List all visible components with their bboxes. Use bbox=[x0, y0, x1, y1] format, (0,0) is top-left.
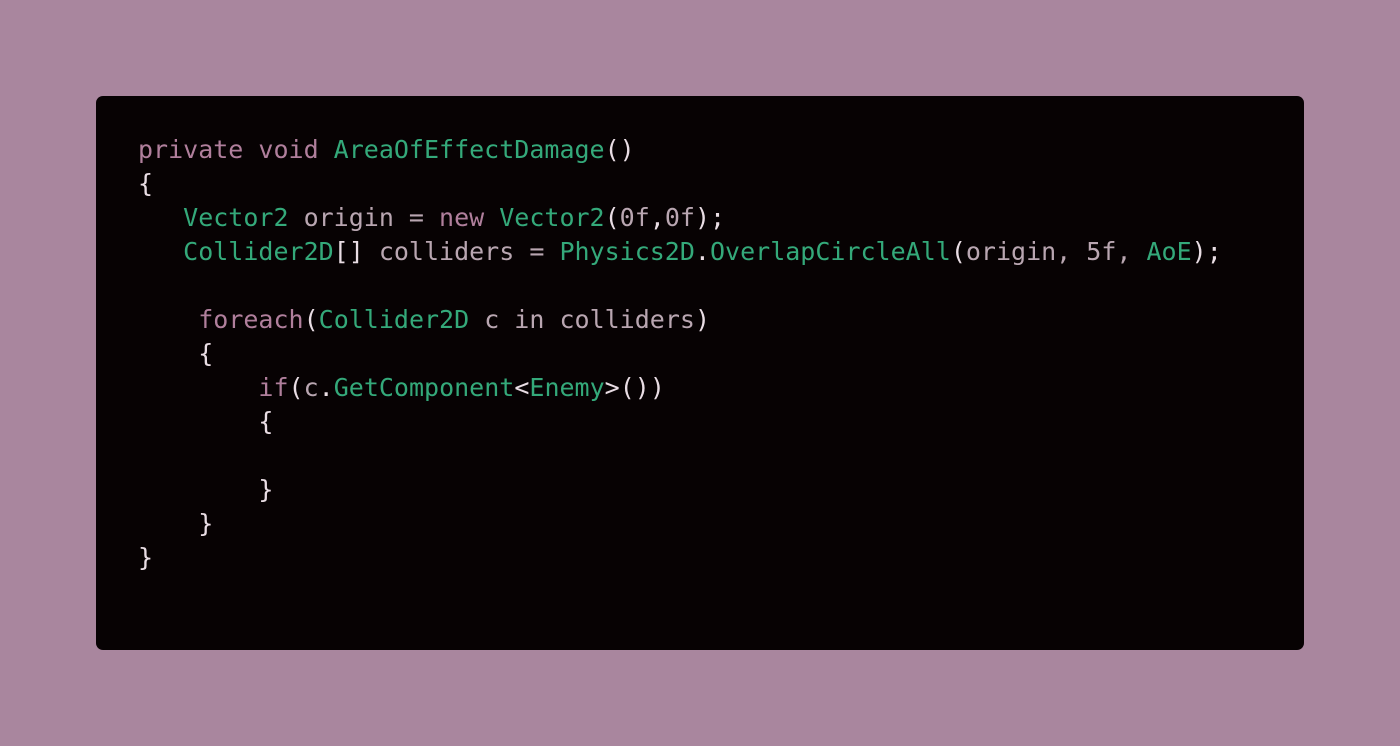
code-block: private void AreaOfEffectDamage(){ Vecto… bbox=[138, 133, 1222, 575]
code-token: . bbox=[318, 373, 334, 402]
code-token: < bbox=[514, 373, 530, 402]
code-token: >()) bbox=[604, 373, 665, 402]
code-line: private void AreaOfEffectDamage() bbox=[138, 133, 1222, 167]
code-line: } bbox=[138, 541, 1222, 575]
code-line: if(c.GetComponent<Enemy>()) bbox=[138, 371, 1222, 405]
code-token: foreach bbox=[198, 305, 304, 334]
code-token: ( bbox=[950, 237, 966, 266]
code-token: Vector2 bbox=[183, 203, 289, 232]
code-token: } bbox=[138, 543, 154, 572]
code-token: origin, 5f, bbox=[965, 237, 1147, 266]
code-token: [] bbox=[333, 237, 379, 266]
code-token: c in colliders bbox=[469, 305, 695, 334]
code-token: , bbox=[649, 203, 665, 232]
code-token: GetComponent bbox=[333, 373, 515, 402]
code-snippet-card: private void AreaOfEffectDamage(){ Vecto… bbox=[96, 96, 1304, 650]
code-token: . bbox=[694, 237, 710, 266]
code-token: } bbox=[138, 475, 274, 504]
code-token: new bbox=[439, 203, 500, 232]
code-token: origin = bbox=[288, 203, 440, 232]
code-token: colliders = bbox=[378, 237, 560, 266]
code-token: 0f bbox=[664, 203, 695, 232]
code-line: foreach(Collider2D c in colliders) bbox=[138, 303, 1222, 337]
code-token: ( bbox=[604, 203, 620, 232]
code-line: { bbox=[138, 337, 1222, 371]
code-token: ) bbox=[694, 305, 710, 334]
code-line: } bbox=[138, 473, 1222, 507]
code-token: AreaOfEffectDamage bbox=[333, 135, 605, 164]
code-line: Vector2 origin = new Vector2(0f,0f); bbox=[138, 201, 1222, 235]
code-token: private void bbox=[138, 135, 334, 164]
code-token: Vector2 bbox=[499, 203, 605, 232]
code-token: ( bbox=[288, 373, 304, 402]
code-token: { bbox=[138, 339, 214, 368]
code-token: if bbox=[258, 373, 289, 402]
code-token: ( bbox=[303, 305, 319, 334]
code-line: { bbox=[138, 167, 1222, 201]
code-token: } bbox=[138, 509, 214, 538]
code-token: ); bbox=[1191, 237, 1222, 266]
code-token: () bbox=[604, 135, 635, 164]
code-token: Enemy bbox=[529, 373, 605, 402]
code-line: Collider2D[] colliders = Physics2D.Overl… bbox=[138, 235, 1222, 269]
code-token: Collider2D bbox=[183, 237, 334, 266]
code-token: Collider2D bbox=[318, 305, 470, 334]
code-token: ); bbox=[694, 203, 726, 232]
code-token: { bbox=[138, 169, 154, 198]
code-token: 0f bbox=[619, 203, 650, 232]
code-token: OverlapCircleAll bbox=[709, 237, 951, 266]
code-token: Physics2D bbox=[559, 237, 695, 266]
code-line: } bbox=[138, 507, 1222, 541]
code-line: { bbox=[138, 405, 1222, 439]
code-token: { bbox=[138, 407, 274, 436]
code-token: AoE bbox=[1146, 237, 1192, 266]
code-token: c bbox=[303, 373, 319, 402]
